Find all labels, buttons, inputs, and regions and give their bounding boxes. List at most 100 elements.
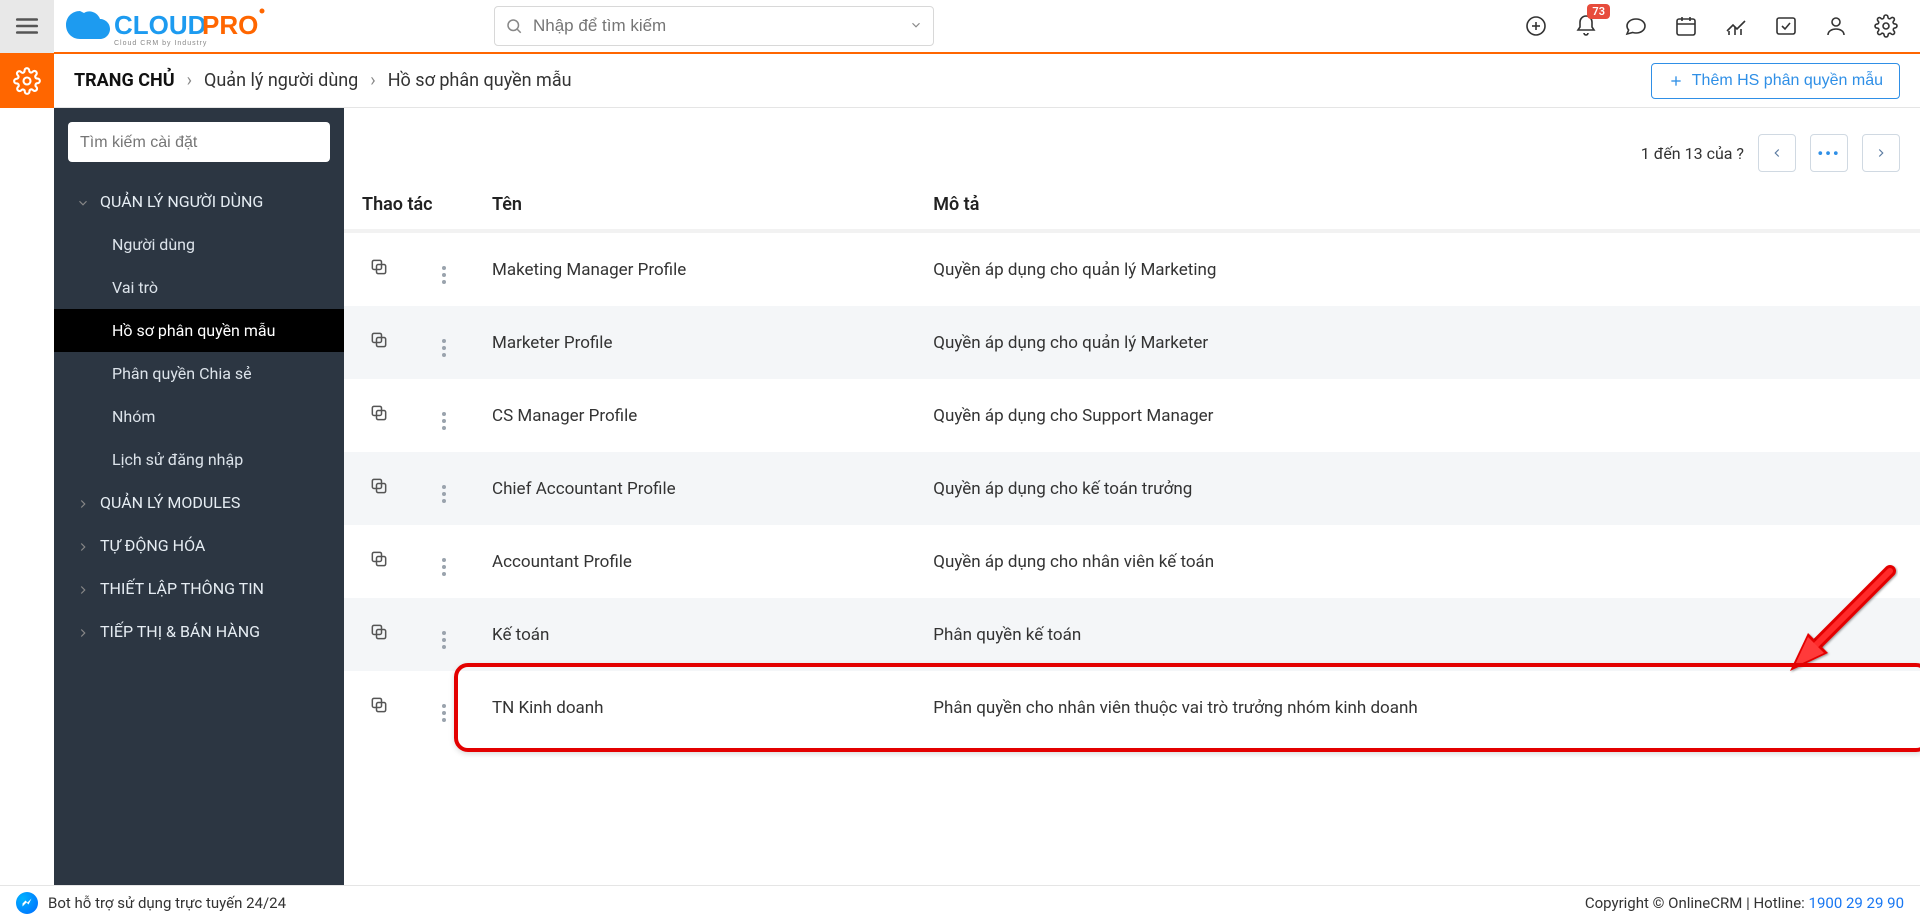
analytics-icon[interactable] — [1724, 14, 1748, 38]
row-name: CS Manager Profile — [474, 379, 915, 452]
row-menu-icon[interactable] — [442, 485, 446, 503]
table-row[interactable]: Accountant ProfileQuyền áp dụng cho nhân… — [344, 525, 1920, 598]
row-name: Maketing Manager Profile — [474, 231, 915, 306]
pager: 1 đến 13 của ? ••• — [344, 108, 1920, 180]
nav-group-head[interactable]: TỰ ĐỘNG HÓA — [54, 524, 344, 567]
row-menu-icon[interactable] — [442, 412, 446, 430]
hamburger-button[interactable] — [0, 0, 54, 53]
table-row[interactable]: TN Kinh doanhPhân quyền cho nhân viên th… — [344, 671, 1920, 744]
chevron-right-icon — [76, 539, 90, 553]
config-gear-button[interactable] — [0, 54, 54, 108]
duplicate-icon[interactable] — [369, 627, 389, 647]
duplicate-icon[interactable] — [369, 335, 389, 355]
brand-logo[interactable]: CLOUD PRO Cloud CRM by Industry — [62, 6, 272, 46]
row-desc: Quyền áp dụng cho Support Manager — [915, 379, 1920, 452]
row-name: Kế toán — [474, 598, 915, 671]
col-actions: Thao tác — [344, 180, 474, 231]
messenger-icon[interactable] — [16, 892, 38, 914]
settings-icon[interactable] — [1874, 14, 1898, 38]
sidebar-search-input[interactable] — [80, 134, 318, 152]
settings-sidebar: QUẢN LÝ NGƯỜI DÙNG Người dùngVai tròHồ sơ… — [54, 108, 344, 885]
table-row[interactable]: Maketing Manager ProfileQuyền áp dụng ch… — [344, 231, 1920, 306]
main-content: 1 đến 13 của ? ••• Thao tác — [344, 108, 1920, 885]
breadcrumb-sep: › — [370, 70, 375, 91]
nav-item[interactable]: Vai trò — [54, 266, 344, 309]
add-profile-button-label: Thêm HS phân quyền mẫu — [1692, 72, 1883, 90]
row-name: TN Kinh doanh — [474, 671, 915, 744]
col-name: Tên — [474, 180, 915, 231]
global-search[interactable] — [494, 6, 934, 46]
pager-text: 1 đến 13 của ? — [1641, 144, 1744, 163]
sub-header: TRANG CHỦ › Quản lý người dùng › Hồ sơ p… — [54, 54, 1920, 108]
row-name: Marketer Profile — [474, 306, 915, 379]
nav-group-label: TỰ ĐỘNG HÓA — [100, 536, 205, 555]
chevron-right-icon — [76, 582, 90, 596]
row-menu-icon[interactable] — [442, 266, 446, 284]
add-icon[interactable] — [1524, 14, 1548, 38]
nav-item[interactable]: Nhóm — [54, 395, 344, 438]
duplicate-icon[interactable] — [369, 262, 389, 282]
row-menu-icon[interactable] — [442, 704, 446, 722]
footer-bot-text: Bot hỗ trợ sử dụng trực tuyến 24/24 — [48, 894, 286, 912]
nav-group-label: QUẢN LÝ NGƯỜI DÙNG — [100, 192, 263, 211]
profiles-table: Thao tác Tên Mô tả Maketing Manager Prof… — [344, 180, 1920, 744]
breadcrumb-profiles[interactable]: Hồ sơ phân quyền mẫu — [388, 70, 572, 91]
nav-group-head[interactable]: THIẾT LẬP THÔNG TIN — [54, 567, 344, 610]
nav-group-label: TIẾP THỊ & BÁN HÀNG — [100, 622, 260, 641]
svg-text:Cloud CRM by Industry: Cloud CRM by Industry — [114, 40, 207, 47]
breadcrumb-users[interactable]: Quản lý người dùng — [204, 70, 358, 91]
row-desc: Quyền áp dụng cho quản lý Marketer — [915, 306, 1920, 379]
table-row[interactable]: Marketer ProfileQuyền áp dụng cho quản l… — [344, 306, 1920, 379]
row-name: Chief Accountant Profile — [474, 452, 915, 525]
nav-item[interactable]: Phân quyền Chia sẻ — [54, 352, 344, 395]
pager-more-button[interactable]: ••• — [1810, 134, 1848, 172]
top-header: CLOUD PRO Cloud CRM by Industry 73 — [0, 0, 1920, 54]
sidebar-search[interactable] — [68, 122, 330, 162]
calendar-icon[interactable] — [1674, 14, 1698, 38]
footer-hotline-link[interactable]: 1900 29 29 90 — [1809, 894, 1904, 912]
global-search-input[interactable] — [533, 16, 909, 36]
row-name: Accountant Profile — [474, 525, 915, 598]
nav-group-head[interactable]: QUẢN LÝ MODULES — [54, 481, 344, 524]
breadcrumb-home[interactable]: TRANG CHỦ — [74, 70, 175, 91]
nav-group-head[interactable]: QUẢN LÝ NGƯỜI DÙNG — [54, 180, 344, 223]
row-desc: Quyền áp dụng cho quản lý Marketing — [915, 231, 1920, 306]
duplicate-icon[interactable] — [369, 481, 389, 501]
nav-group-head[interactable]: TIẾP THỊ & BÁN HÀNG — [54, 610, 344, 653]
add-profile-button[interactable]: Thêm HS phân quyền mẫu — [1651, 63, 1900, 99]
notification-badge: 73 — [1587, 4, 1610, 19]
row-desc: Phân quyền cho nhân viên thuộc vai trò t… — [915, 671, 1920, 744]
nav-item[interactable]: Hồ sơ phân quyền mẫu — [54, 309, 344, 352]
chevron-down-icon — [76, 195, 90, 209]
svg-text:CLOUD: CLOUD — [114, 10, 206, 40]
nav-group-label: THIẾT LẬP THÔNG TIN — [100, 579, 264, 598]
table-row[interactable]: Chief Accountant ProfileQuyền áp dụng ch… — [344, 452, 1920, 525]
duplicate-icon[interactable] — [369, 700, 389, 720]
notifications-icon[interactable]: 73 — [1574, 14, 1598, 38]
tasks-icon[interactable] — [1774, 14, 1798, 38]
chevron-right-icon — [76, 625, 90, 639]
row-menu-icon[interactable] — [442, 631, 446, 649]
footer: Bot hỗ trợ sử dụng trực tuyến 24/24 Copy… — [0, 885, 1920, 919]
user-icon[interactable] — [1824, 14, 1848, 38]
footer-copyright: Copyright © OnlineCRM | Hotline: 1900 29… — [1585, 894, 1904, 912]
nav-group-label: QUẢN LÝ MODULES — [100, 493, 240, 512]
nav-item[interactable]: Người dùng — [54, 223, 344, 266]
duplicate-icon[interactable] — [369, 408, 389, 428]
table-row[interactable]: CS Manager ProfileQuyền áp dụng cho Supp… — [344, 379, 1920, 452]
pager-next-button[interactable] — [1862, 134, 1900, 172]
breadcrumb-sep: › — [187, 70, 192, 91]
row-desc: Quyền áp dụng cho kế toán trưởng — [915, 452, 1920, 525]
chat-icon[interactable] — [1624, 14, 1648, 38]
nav-item[interactable]: Lịch sử đăng nhập — [54, 438, 344, 481]
row-menu-icon[interactable] — [442, 558, 446, 576]
svg-text:PRO: PRO — [202, 10, 258, 40]
pager-prev-button[interactable] — [1758, 134, 1796, 172]
table-row[interactable]: Kế toánPhân quyền kế toán — [344, 598, 1920, 671]
duplicate-icon[interactable] — [369, 554, 389, 574]
row-desc: Quyền áp dụng cho nhân viên kế toán — [915, 525, 1920, 598]
search-dropdown-icon[interactable] — [909, 17, 923, 36]
top-actions: 73 — [1524, 14, 1920, 38]
row-menu-icon[interactable] — [442, 339, 446, 357]
row-desc: Phân quyền kế toán — [915, 598, 1920, 671]
